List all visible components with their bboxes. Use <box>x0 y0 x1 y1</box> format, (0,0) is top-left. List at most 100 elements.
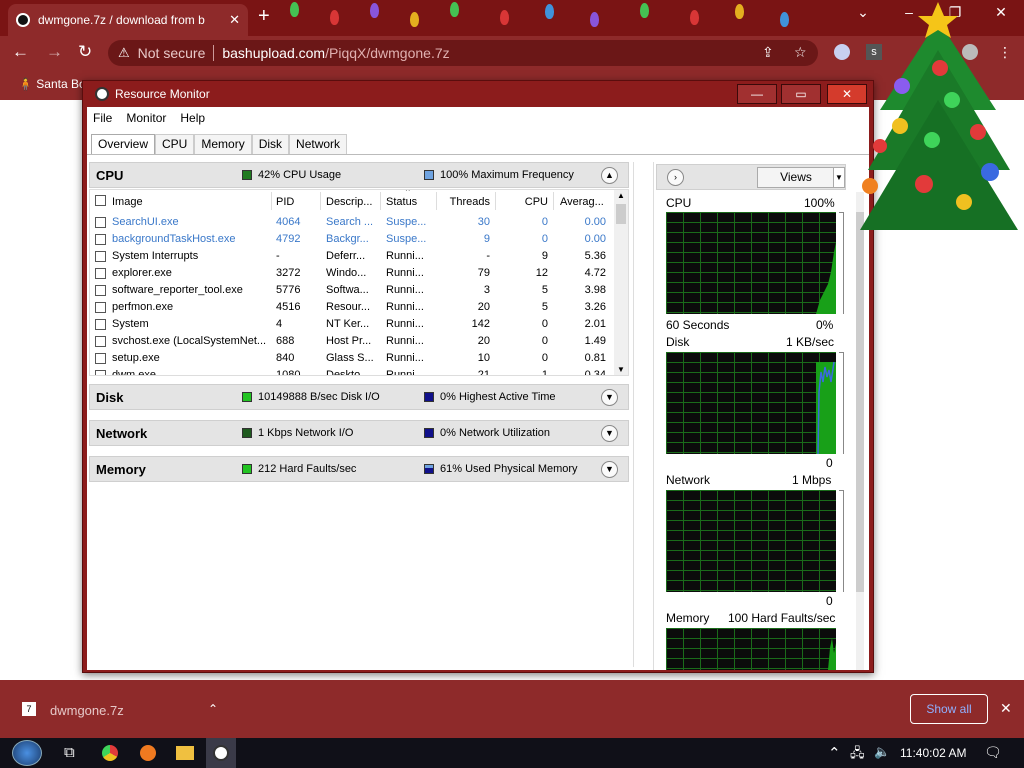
header-separator <box>320 192 321 210</box>
table-row[interactable]: SearchUI.exe 4064 Search ... Suspe... 30 0 0.0… <box>90 214 614 231</box>
download-filename[interactable]: dwmgone.7z <box>50 703 124 718</box>
cell-image: System <box>112 318 149 330</box>
row-checkbox[interactable] <box>95 370 106 375</box>
col-pid[interactable]: PID <box>276 196 294 208</box>
memory-section-header[interactable]: Memory 212 Hard Faults/sec 61% Used Phys… <box>89 456 629 482</box>
disk-section-title: Disk <box>96 390 124 405</box>
cpu-usage-text: 42% CPU Usage <box>258 169 342 181</box>
header-separator <box>436 192 437 210</box>
select-all-checkbox[interactable] <box>95 195 106 206</box>
close-download-bar-icon[interactable]: ✕ <box>1000 700 1012 717</box>
table-row[interactable]: System Interrupts - Deferr... Runni... - 9 5.3… <box>90 248 614 265</box>
new-tab-button[interactable]: + <box>258 5 270 28</box>
bookmark-star-icon[interactable]: ☆ <box>794 44 807 61</box>
network-section-header[interactable]: Network 1 Kbps Network I/O 0% Network Ut… <box>89 420 629 446</box>
tray-overflow-chevron-icon[interactable]: ⌃ <box>828 744 841 762</box>
tab-cpu[interactable]: CPU <box>155 134 195 154</box>
graphs-scrollbar[interactable] <box>856 192 864 670</box>
table-row[interactable]: svchost.exe (LocalSystemNet... 688 Host Pr… <box>90 333 614 350</box>
table-row[interactable]: System 4 NT Ker... Runni... 142 0 2.01 <box>90 316 614 333</box>
col-threads[interactable]: Threads <box>440 196 490 208</box>
row-checkbox[interactable] <box>95 319 106 330</box>
menu-monitor[interactable]: Monitor <box>126 111 166 125</box>
table-row[interactable]: explorer.exe 3272 Windo... Runni... 79 12 4.72 <box>90 265 614 282</box>
cell-cpu: 5 <box>541 301 548 313</box>
tab-memory[interactable]: Memory <box>194 134 252 154</box>
table-row[interactable]: backgroundTaskHost.exe 4792 Backgr... Suspe… <box>90 231 614 248</box>
forward-icon[interactable]: → <box>46 42 63 62</box>
row-checkbox[interactable] <box>95 336 106 347</box>
share-icon[interactable]: ⇪ <box>762 44 774 61</box>
col-description[interactable]: Descrip... <box>326 196 378 208</box>
row-checkbox[interactable] <box>95 353 106 364</box>
row-checkbox[interactable] <box>95 302 106 313</box>
resource-monitor-titlebar[interactable]: Resource Monitor — ▭ ✕ <box>83 81 873 107</box>
scroll-up-icon[interactable]: ▲ <box>617 191 625 200</box>
tab-disk[interactable]: Disk <box>251 134 290 154</box>
views-button[interactable]: Views <box>757 167 835 188</box>
maximize-button[interactable]: ▭ <box>781 84 821 104</box>
tab-bar: Overview CPU Memory Disk Network <box>91 134 348 154</box>
chrome-icon[interactable] <box>102 745 118 761</box>
cell-status: Runni... <box>386 284 424 296</box>
collapse-chevron-icon[interactable]: ▲ <box>601 167 618 184</box>
resource-monitor-task-icon[interactable] <box>206 738 236 768</box>
col-average[interactable]: Averag... <box>560 196 610 208</box>
cell-pid: 5776 <box>276 284 301 296</box>
row-checkbox[interactable] <box>95 268 106 279</box>
menu-help[interactable]: Help <box>180 111 205 125</box>
expand-chevron-icon[interactable]: ▼ <box>601 461 618 478</box>
bookmark-santa[interactable]: 🧍 Santa Bo <box>18 77 86 91</box>
views-dropdown-icon[interactable]: ▼ <box>833 167 845 188</box>
col-cpu[interactable]: CPU <box>500 196 548 208</box>
firefox-icon[interactable] <box>140 745 156 761</box>
cpu-graph-plot <box>816 242 836 314</box>
file-explorer-icon[interactable] <box>176 746 194 760</box>
col-status[interactable]: Status <box>386 196 417 208</box>
col-image[interactable]: Image <box>112 196 143 208</box>
scroll-down-icon[interactable]: ▼ <box>617 365 625 374</box>
taskbar-clock[interactable]: 11:40:02 AM <box>900 746 967 760</box>
browser-tab[interactable]: dwmgone.7z / download from b ✕ <box>8 4 248 36</box>
row-checkbox[interactable] <box>95 217 106 228</box>
tab-overview[interactable]: Overview <box>91 134 156 154</box>
volume-tray-icon[interactable]: 🔈 <box>874 744 890 760</box>
tab-close-icon[interactable]: ✕ <box>229 12 240 28</box>
network-io-swatch <box>242 428 252 438</box>
extension-flag-icon[interactable] <box>834 44 850 60</box>
cell-desc: Backgr... <box>326 233 369 245</box>
table-row[interactable]: setup.exe 840 Glass S... Runni... 10 0 0.81 <box>90 350 614 367</box>
row-checkbox[interactable] <box>95 285 106 296</box>
back-icon[interactable]: ← <box>12 42 29 62</box>
row-checkbox[interactable] <box>95 251 106 262</box>
tab-network[interactable]: Network <box>289 134 348 154</box>
cpu-section-header[interactable]: CPU 42% CPU Usage 100% Maximum Frequency… <box>89 162 629 188</box>
cell-avg: 3.98 <box>584 284 606 296</box>
scroll-thumb[interactable] <box>856 212 864 592</box>
collapse-pane-icon[interactable]: › <box>667 169 684 186</box>
cell-cpu: 0 <box>541 233 548 245</box>
network-tray-icon[interactable]: 🖧 <box>850 744 865 766</box>
task-view-icon[interactable]: ⧉ <box>64 744 75 761</box>
cell-image: setup.exe <box>112 352 160 364</box>
download-options-chevron-icon[interactable]: ⌃ <box>208 702 218 716</box>
minimize-button[interactable]: — <box>737 84 777 104</box>
reload-icon[interactable]: ↻ <box>78 42 92 62</box>
expand-chevron-icon[interactable]: ▼ <box>601 389 618 406</box>
menu-file[interactable]: File <box>93 111 112 125</box>
address-bar[interactable]: ⚠ Not secure bashupload.com/PiqqX/dwmgon… <box>108 40 818 66</box>
scroll-thumb[interactable] <box>616 204 626 224</box>
network-util-swatch <box>424 428 434 438</box>
disk-section-header[interactable]: Disk 10149888 B/sec Disk I/O 0% Highest … <box>89 384 629 410</box>
cell-threads: 20 <box>477 335 490 347</box>
table-scrollbar[interactable]: ▲ ▼ <box>614 190 628 375</box>
table-row[interactable]: dwm.exe 1080 Deskto... Runni... 21 1 0.34 <box>90 367 614 375</box>
table-row[interactable]: perfmon.exe 4516 Resour... Runni... 20 5 3.26 <box>90 299 614 316</box>
show-all-button[interactable]: Show all <box>910 694 988 724</box>
start-button[interactable] <box>12 740 42 766</box>
panel-splitter[interactable] <box>633 162 643 667</box>
table-row[interactable]: software_reporter_tool.exe 5776 Softwa... R… <box>90 282 614 299</box>
expand-chevron-icon[interactable]: ▼ <box>601 425 618 442</box>
notifications-icon[interactable]: 🗨 <box>984 744 1002 761</box>
row-checkbox[interactable] <box>95 234 106 245</box>
